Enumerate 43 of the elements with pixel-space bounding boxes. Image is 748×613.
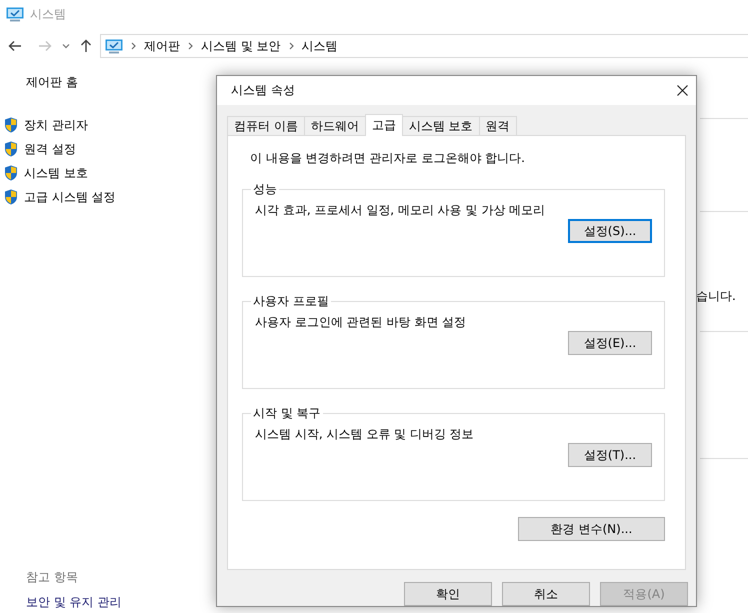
- dialog-button[interactable]: 취소: [502, 582, 590, 606]
- dialog-button[interactable]: 확인: [404, 582, 492, 606]
- breadcrumb-item[interactable]: 시스템 및 보안: [201, 38, 281, 54]
- shield-icon: [4, 165, 18, 181]
- see-also-heading: 참고 항목: [26, 569, 79, 586]
- close-icon[interactable]: [677, 85, 688, 96]
- monitor-icon: [6, 6, 24, 22]
- sidebar-link[interactable]: 고급 시스템 설정: [0, 185, 200, 209]
- shield-icon: [4, 189, 18, 205]
- window-title: 시스템: [30, 6, 66, 22]
- group-title: 성능: [252, 181, 278, 198]
- chevron-right-icon: [188, 42, 193, 50]
- sidebar-link[interactable]: 장치 관리자: [0, 113, 200, 137]
- chevron-down-icon[interactable]: [62, 43, 70, 49]
- tab[interactable]: 컴퓨터 이름: [227, 116, 305, 136]
- sidebar-link[interactable]: 원격 설정: [0, 137, 200, 161]
- notice-text: 이 내용을 변경하려면 관리자로 로그온해야 합니다.: [249, 150, 526, 168]
- control-panel-home-link[interactable]: 제어판 홈: [0, 74, 200, 91]
- dialog-title: 시스템 속성: [231, 82, 295, 100]
- tab[interactable]: 원격: [478, 116, 517, 136]
- group-title: 사용자 프로필: [252, 293, 330, 310]
- chevron-right-icon: [131, 42, 136, 50]
- environment-variables-button[interactable]: 환경 변수(N)...: [518, 517, 665, 542]
- address-bar[interactable]: 제어판 시스템 및 보안 시스템: [100, 34, 748, 58]
- breadcrumb-item[interactable]: 시스템: [302, 38, 338, 54]
- monitor-icon: [105, 38, 123, 54]
- tab[interactable]: 고급: [364, 114, 403, 136]
- settings-button[interactable]: 설정(T)...: [568, 443, 652, 468]
- group-description: 사용자 로그인에 관련된 바탕 화면 설정: [255, 314, 468, 332]
- see-also-link[interactable]: 보안 및 유지 관리: [26, 594, 200, 611]
- settings-button[interactable]: 설정(E)...: [568, 331, 652, 356]
- shield-icon: [4, 141, 18, 157]
- content-text: 습니다.: [696, 288, 737, 305]
- group-title: 시작 및 복구: [252, 405, 322, 422]
- shield-icon: [4, 117, 18, 133]
- up-arrow-icon[interactable]: [80, 39, 92, 53]
- chevron-right-icon: [288, 42, 294, 50]
- breadcrumb-item[interactable]: 제어판: [144, 38, 180, 54]
- back-icon[interactable]: [8, 40, 22, 52]
- group-description: 시스템 시작, 시스템 오류 및 디버깅 정보: [255, 426, 475, 444]
- settings-button[interactable]: 설정(S)...: [568, 219, 652, 244]
- group-description: 시각 효과, 프로세서 일정, 메모리 사용 및 가상 메모리: [255, 202, 546, 220]
- sidebar-link[interactable]: 시스템 보호: [0, 161, 200, 185]
